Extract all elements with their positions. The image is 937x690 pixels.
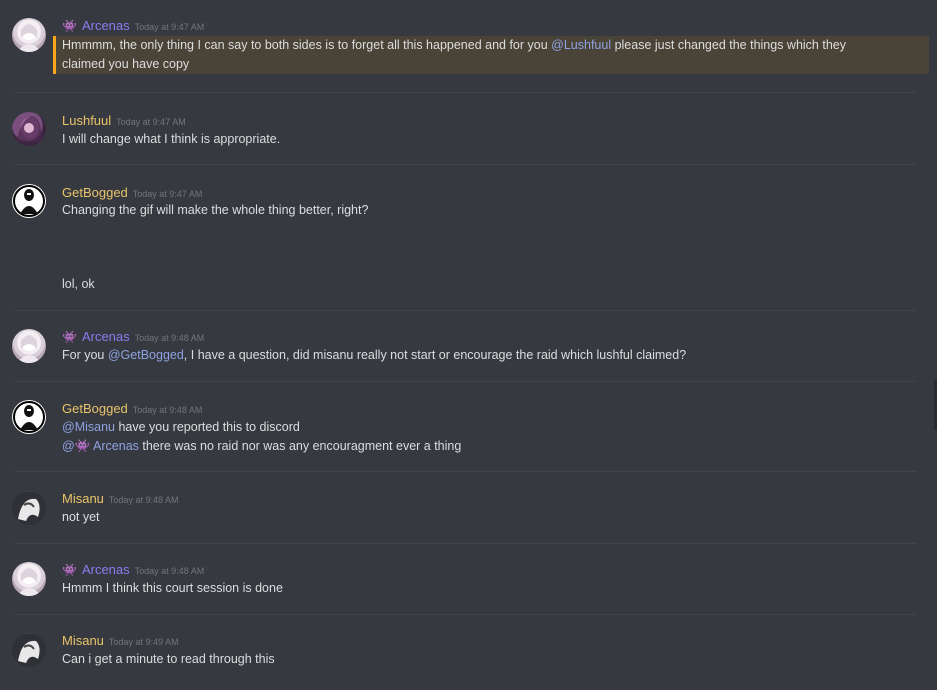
user-mention[interactable]: @GetBogged — [108, 348, 184, 362]
author-name[interactable]: Lushfuul — [62, 113, 111, 128]
arcenas-avatar[interactable] — [12, 562, 46, 596]
message-text: Changing the gif will make the whole thi… — [62, 203, 369, 217]
author-name[interactable]: Misanu — [62, 491, 104, 506]
message-timestamp[interactable]: Today at 9:48 AM — [135, 333, 205, 343]
message-text: not yet — [62, 510, 100, 524]
message-text: Can i get a minute to read through this — [62, 652, 275, 666]
skull-emoji-icon: 👾 — [62, 563, 77, 577]
author-name[interactable]: Arcenas — [82, 562, 130, 577]
message-header: Misanu Today at 9:48 AM — [62, 491, 178, 506]
author-name[interactable]: Arcenas — [82, 329, 130, 344]
message-timestamp[interactable]: Today at 9:48 AM — [135, 566, 205, 576]
message-header: 👾 Arcenas Today at 9:48 AM — [62, 562, 204, 577]
message-timestamp[interactable]: Today at 9:47 AM — [135, 22, 205, 32]
message-text: For you @GetBogged, I have a question, d… — [62, 348, 687, 362]
divider — [14, 614, 916, 615]
divider — [14, 381, 916, 382]
skull-emoji-icon: 👾 — [62, 19, 77, 33]
user-mention[interactable]: @👾 Arcenas — [62, 439, 139, 453]
message-text: Hmmm I think this court session is done — [62, 581, 283, 595]
message-text: @👾 Arcenas there was no raid nor was any… — [62, 439, 462, 453]
divider — [14, 92, 916, 93]
message-text: I will change what I think is appropriat… — [62, 132, 281, 146]
arcenas-avatar[interactable] — [12, 18, 46, 52]
author-name[interactable]: Arcenas — [82, 18, 130, 33]
chat-message-list: 👾 Arcenas Today at 9:47 AM Hmmmm, the on… — [0, 0, 937, 690]
arcenas-avatar[interactable] — [12, 329, 46, 363]
message-header: 👾 Arcenas Today at 9:47 AM — [62, 18, 204, 33]
message-text: claimed you have copy — [62, 57, 190, 71]
misanu-avatar[interactable] — [12, 633, 46, 667]
user-mention[interactable]: @Lushfuul — [551, 38, 611, 52]
author-name[interactable]: GetBogged — [62, 401, 128, 416]
message-header: Misanu Today at 9:49 AM — [62, 633, 178, 648]
skull-emoji-icon: 👾 — [62, 330, 77, 344]
message-header: Lushfuul Today at 9:47 AM — [62, 113, 186, 128]
divider — [14, 543, 916, 544]
misanu-avatar[interactable] — [12, 491, 46, 525]
message-timestamp[interactable]: Today at 9:47 AM — [116, 117, 186, 127]
author-name[interactable]: Misanu — [62, 633, 104, 648]
message-header: 👾 Arcenas Today at 9:48 AM — [62, 329, 204, 344]
author-name[interactable]: GetBogged — [62, 185, 128, 200]
getbogged-avatar[interactable] — [12, 400, 46, 434]
lushfuul-avatar[interactable] — [12, 112, 46, 146]
message-header: GetBogged Today at 9:48 AM — [62, 401, 202, 416]
message-timestamp[interactable]: Today at 9:49 AM — [109, 637, 179, 647]
message-timestamp[interactable]: Today at 9:48 AM — [133, 405, 203, 415]
divider — [14, 471, 916, 472]
message-timestamp[interactable]: Today at 9:48 AM — [109, 495, 179, 505]
getbogged-avatar[interactable] — [12, 184, 46, 218]
divider — [14, 164, 916, 165]
user-mention[interactable]: @Misanu — [62, 420, 115, 434]
message-text: lol, ok — [62, 277, 95, 291]
message-text: @Misanu have you reported this to discor… — [62, 420, 300, 434]
divider — [14, 310, 916, 311]
message-text: Hmmmm, the only thing I can say to both … — [62, 38, 846, 52]
message-header: GetBogged Today at 9:47 AM — [62, 185, 202, 200]
message-timestamp[interactable]: Today at 9:47 AM — [133, 189, 203, 199]
